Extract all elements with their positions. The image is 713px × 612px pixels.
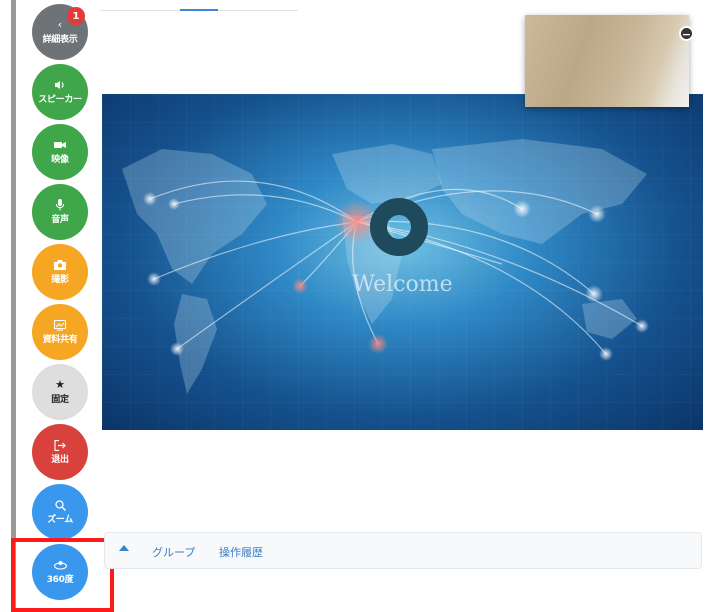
notification-badge: 1 xyxy=(67,7,85,25)
exit-icon xyxy=(54,438,66,452)
microphone-icon xyxy=(56,198,64,212)
zoom-icon xyxy=(54,498,66,512)
exit-button[interactable]: 退出 xyxy=(32,424,88,480)
main-video-stage[interactable]: Welcome xyxy=(102,94,703,430)
chevron-left-icon: ‹ xyxy=(57,18,63,31)
app-logo-ring xyxy=(370,198,428,256)
caret-up-icon[interactable] xyxy=(119,545,129,551)
tab-history[interactable]: 操作履歴 xyxy=(219,544,263,560)
share-document-label: 資料共有 xyxy=(42,335,78,345)
left-rail xyxy=(11,0,16,612)
details-label: 詳細表示 xyxy=(42,35,78,45)
highlight-frame xyxy=(11,538,114,612)
video-camera-icon xyxy=(54,138,66,152)
video-button[interactable]: 映像 xyxy=(32,124,88,180)
audio-button[interactable]: 音声 xyxy=(32,184,88,240)
bottom-panel: グループ 操作履歴 xyxy=(104,532,702,569)
self-view-video[interactable] xyxy=(525,15,689,107)
star-icon: ★ xyxy=(55,378,65,391)
welcome-text: Welcome xyxy=(352,272,453,297)
speaker-icon xyxy=(54,78,66,92)
zoom-label: ズーム xyxy=(47,515,73,525)
pin-button[interactable]: ★ 固定 xyxy=(32,364,88,420)
speaker-label: スピーカー xyxy=(38,95,82,105)
video-label: 映像 xyxy=(51,155,69,165)
world-map-graphic xyxy=(102,94,703,430)
audio-label: 音声 xyxy=(51,215,69,225)
pin-label: 固定 xyxy=(51,395,69,405)
capture-button[interactable]: 撮影 xyxy=(32,244,88,300)
share-document-button[interactable]: 資料共有 xyxy=(32,304,88,360)
minimize-icon[interactable]: − xyxy=(679,26,694,41)
camera-icon xyxy=(54,258,66,272)
speaker-button[interactable]: スピーカー xyxy=(32,64,88,120)
capture-label: 撮影 xyxy=(51,275,69,285)
document-share-icon xyxy=(54,318,66,332)
tab-group[interactable]: グループ xyxy=(152,544,195,560)
zoom-button[interactable]: ズーム xyxy=(32,484,88,540)
exit-label: 退出 xyxy=(51,455,69,465)
active-tab-indicator xyxy=(180,9,218,11)
